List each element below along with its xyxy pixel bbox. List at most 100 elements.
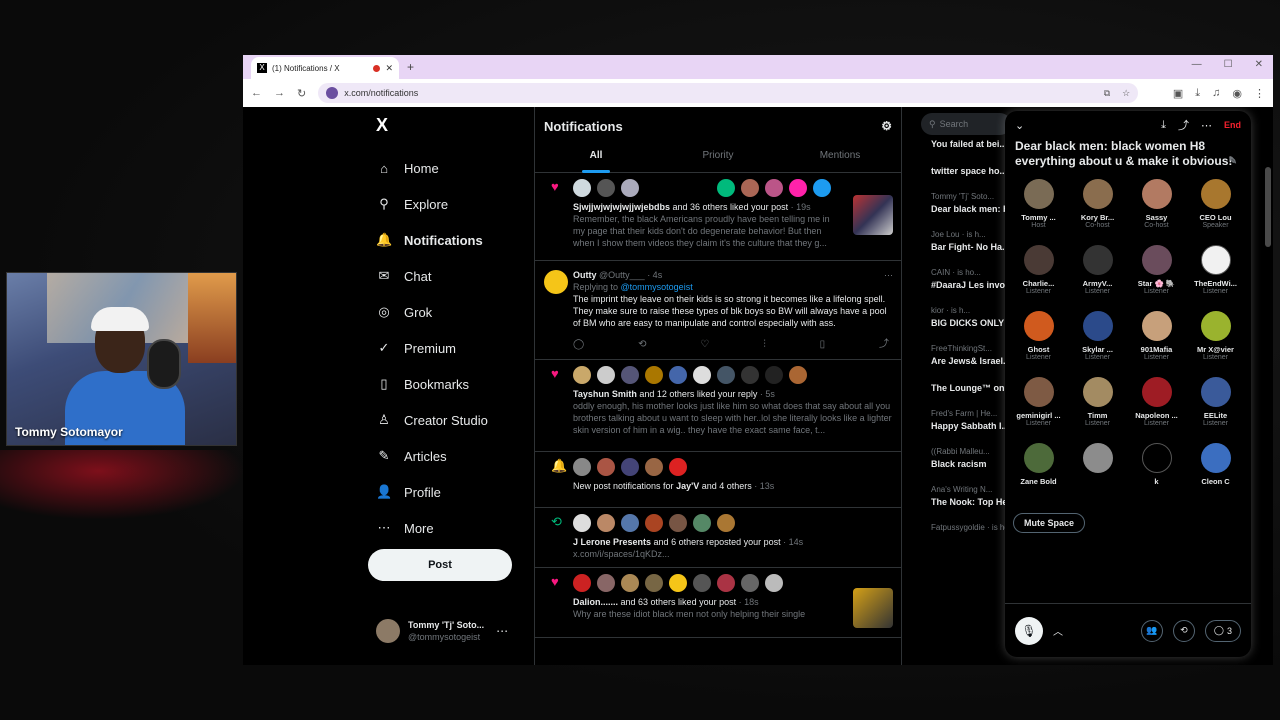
browser-tab[interactable]: X (1) Notifications / X ✕	[251, 57, 399, 79]
nav-item-grok[interactable]: ◎ Grok	[368, 294, 538, 330]
participant[interactable]: Sassy Co-host	[1127, 179, 1186, 245]
more-icon[interactable]: ⋯	[884, 269, 893, 281]
notification-user[interactable]: Dalion.......	[573, 597, 618, 607]
nav-item-articles[interactable]: ✎ Articles	[368, 438, 538, 474]
reply-author[interactable]: Outty	[573, 270, 597, 280]
gear-icon[interactable]: ⚙	[881, 119, 892, 133]
nav-item-chat[interactable]: ✉ Chat	[368, 258, 538, 294]
media-icon[interactable]: ♫	[1212, 87, 1220, 100]
participant[interactable]: Timm Listener	[1068, 377, 1127, 443]
nav-item-explore[interactable]: ⚲ Explore	[368, 186, 538, 222]
tab-mentions[interactable]: Mentions	[779, 145, 901, 172]
forward-icon[interactable]: →	[274, 87, 285, 99]
participant[interactable]: Charlie... Listener	[1009, 245, 1068, 311]
search-input[interactable]: ⚲ Search	[921, 113, 1011, 135]
participant[interactable]: Mr X@vier Listener	[1186, 311, 1245, 377]
participant[interactable]: CEO Lou Speaker	[1186, 179, 1245, 245]
participant[interactable]: EELite Listener	[1186, 377, 1245, 443]
minimize-space-icon[interactable]: ⤓	[1161, 119, 1166, 132]
close-window-icon[interactable]: ✕	[1255, 59, 1263, 70]
participant[interactable]: 901Mafia Listener	[1127, 311, 1186, 377]
nav-item-label: Articles	[404, 448, 447, 464]
replying-to-link[interactable]: @tommysotogeist	[621, 282, 693, 292]
nav-item-creator-studio[interactable]: ♙ Creator Studio	[368, 402, 538, 438]
repost-icon[interactable]: ⟲	[1172, 619, 1195, 642]
post-button[interactable]: Post	[368, 549, 512, 581]
list-item[interactable]: ♥ Tayshun Smith and 12 others liked your…	[535, 360, 901, 452]
notification-user[interactable]: J Lerone Presents	[573, 537, 651, 547]
tab-search-icon[interactable]: ▣	[1173, 87, 1183, 100]
post-thumbnail[interactable]	[853, 588, 893, 628]
nav-item-bookmarks[interactable]: ▯ Bookmarks	[368, 366, 538, 402]
nav-item-premium[interactable]: ✓ Premium	[368, 330, 538, 366]
tab-priority[interactable]: Priority	[657, 145, 779, 172]
chevron-down-icon[interactable]: ⌄	[1015, 119, 1024, 132]
notification-user[interactable]: Jay'V	[676, 481, 699, 491]
participant[interactable]: geminigirl ... Listener	[1009, 377, 1068, 443]
nav-item-more[interactable]: ⋯ More	[368, 510, 538, 546]
participant[interactable]: k	[1127, 443, 1186, 509]
list-item[interactable]: ♥ Sjwjjwjwjwjwjjwjebdbs and 36 others li…	[535, 173, 901, 261]
reply-item[interactable]: Outty @Outty___ · 4s ⋯ Replying to @tomm…	[535, 261, 901, 360]
nav-item-profile[interactable]: 👤 Profile	[368, 474, 538, 510]
participant[interactable]: Star 🌸 🐘 Listener	[1127, 245, 1186, 311]
participant[interactable]: Kory Br... Co-host	[1068, 179, 1127, 245]
nav-item-home[interactable]: ⌂ Home	[368, 150, 538, 186]
microphone-icon[interactable]: 🎙	[1015, 616, 1043, 645]
minimize-icon[interactable]: —	[1192, 59, 1202, 70]
post-thumbnail[interactable]	[853, 195, 893, 235]
comment-icon[interactable]: ◯	[573, 339, 584, 351]
site-info-icon[interactable]	[326, 87, 339, 99]
people-icon[interactable]: 👥	[1140, 619, 1163, 642]
profile-icon: 👤	[376, 484, 393, 499]
edit-icon[interactable]: ✎	[1229, 154, 1237, 169]
list-item[interactable]: ♥ Dalion....... and 63 others liked your…	[535, 568, 901, 638]
participant[interactable]: Cleon C	[1186, 443, 1245, 509]
menu-icon[interactable]: ⋮	[1254, 87, 1265, 100]
reload-icon[interactable]: ↻	[297, 87, 306, 100]
more-icon[interactable]: ⋯	[1201, 119, 1212, 132]
scrollbar[interactable]	[1265, 167, 1271, 247]
cast-icon[interactable]: ⧉	[1104, 88, 1110, 99]
participant[interactable]: Zane Bold	[1009, 443, 1068, 509]
notification-body[interactable]: x.com/i/spaces/1qKDz...	[573, 548, 893, 560]
neon-glow	[0, 450, 245, 520]
list-item[interactable]: 🔔 New post notifications for Jay'V and 4…	[535, 452, 901, 508]
address-bar[interactable]: x.com/notifications ⧉ ☆	[318, 83, 1139, 103]
download-icon[interactable]: ⤓	[1195, 87, 1200, 100]
participant[interactable]: Skylar ... Listener	[1068, 311, 1127, 377]
notification-user[interactable]: Tayshun Smith	[573, 389, 637, 399]
participant[interactable]: Tommy ... Host	[1009, 179, 1068, 245]
participant-name: Sassy	[1145, 213, 1168, 222]
new-tab-button[interactable]: +	[407, 60, 414, 74]
bookmark-icon[interactable]: ▯	[820, 339, 826, 351]
repost-icon[interactable]: ⟲	[638, 339, 646, 351]
chevron-up-icon[interactable]: ︿	[1053, 623, 1063, 638]
account-switcher[interactable]: Tommy 'Tj' Soto... @tommysotogeist ⋯	[376, 619, 526, 643]
mute-space-button[interactable]: Mute Space	[1013, 513, 1086, 533]
nav-item-notifications[interactable]: 🔔 Notifications	[368, 222, 538, 258]
maximize-icon[interactable]: ☐	[1224, 59, 1233, 70]
x-logo-icon[interactable]: X	[376, 115, 538, 136]
participant[interactable]: ArmyV... Listener	[1068, 245, 1127, 311]
participant[interactable]: Ghost Listener	[1009, 311, 1068, 377]
list-item[interactable]: ⟲ J Lerone Presents and 6 others reposte…	[535, 508, 901, 568]
profile-icon[interactable]: ◉	[1232, 87, 1242, 100]
share-icon[interactable]: ⤴	[1178, 117, 1189, 133]
close-tab-icon[interactable]: ✕	[385, 63, 393, 74]
comments-button[interactable]: ◯ 3	[1204, 619, 1241, 642]
participant[interactable]	[1068, 443, 1127, 509]
participant[interactable]: TheEndWi... Listener	[1186, 245, 1245, 311]
participant[interactable]: Napoleon ... Listener	[1127, 377, 1186, 443]
notification-user[interactable]: Sjwjjwjwjwjwjjwjebdbs	[573, 202, 670, 212]
bookmark-star-icon[interactable]: ☆	[1122, 88, 1130, 99]
tab-all[interactable]: All	[535, 145, 657, 173]
account-handle: @tommysotogeist	[408, 632, 481, 642]
like-icon[interactable]: ♡	[700, 339, 709, 351]
share-icon[interactable]: ⤴	[879, 339, 889, 351]
views-icon[interactable]: ⫶	[763, 339, 766, 351]
end-space-button[interactable]: End	[1224, 120, 1241, 130]
avatar	[1082, 245, 1113, 275]
back-icon[interactable]: ←	[251, 87, 262, 99]
avatar[interactable]	[544, 270, 568, 294]
